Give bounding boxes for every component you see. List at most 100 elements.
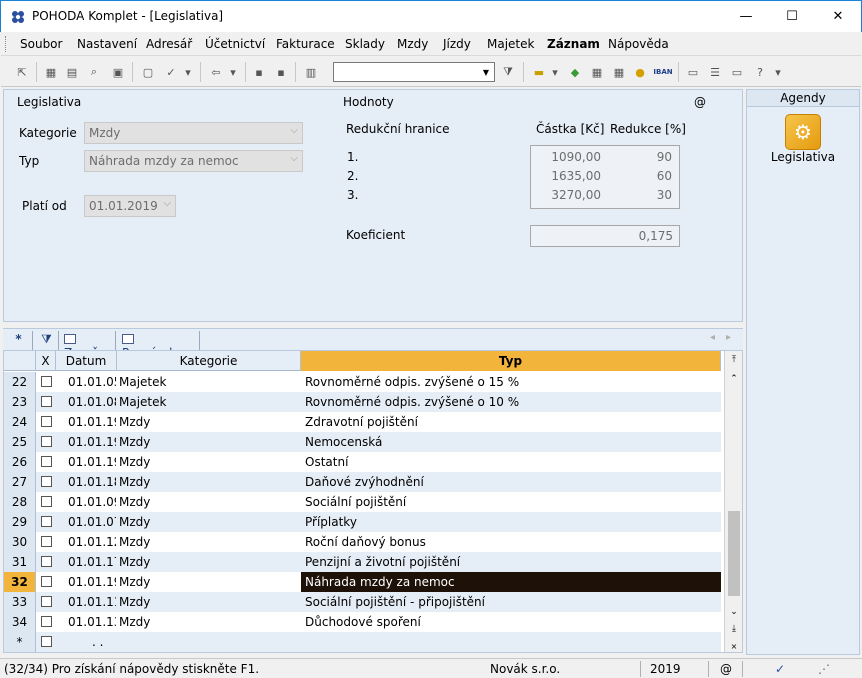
menu-ucetnictvi[interactable]: Účetnictví <box>205 37 265 51</box>
calculator-icon[interactable]: ▦ <box>588 63 606 81</box>
table-row[interactable]: 23 01.01.08Majetek Rovnoměrné odpis. zvýše… <box>4 392 721 412</box>
row-number[interactable]: 34 <box>4 612 36 632</box>
row-checkbox[interactable] <box>41 616 52 627</box>
table-row[interactable]: 28 01.01.09Mzdy Sociální pojištění <box>4 492 721 512</box>
check-icon[interactable]: ✓ <box>162 63 180 81</box>
legislativa-gear-icon[interactable]: ⚙ <box>785 114 821 150</box>
row-number[interactable]: 29 <box>4 512 36 532</box>
row-number[interactable]: 24 <box>4 412 36 432</box>
money-icon[interactable]: ◆ <box>566 63 584 81</box>
new-record-row[interactable]: * . . <box>4 632 721 652</box>
exit-agenda-icon[interactable]: ⇱ <box>13 63 31 81</box>
new-document-icon[interactable]: ▢ <box>139 63 157 81</box>
row-checkbox[interactable] <box>41 436 52 447</box>
row-checkbox[interactable] <box>41 416 52 427</box>
chevron-down-icon[interactable]: ▼ <box>479 64 493 80</box>
back-dropdown-icon[interactable]: ▾ <box>224 63 242 81</box>
tab-scroll-right-icon[interactable]: ▸ <box>726 332 731 343</box>
note-icon[interactable]: ▭ <box>728 63 746 81</box>
row-number[interactable]: 28 <box>4 492 36 512</box>
row-checkbox[interactable] <box>41 496 52 507</box>
row-checkbox[interactable] <box>41 536 52 547</box>
message-icon[interactable]: ▭ <box>684 63 702 81</box>
table-row[interactable]: 32 01.01.19Mzdy Náhrada mzdy za nemoc <box>4 572 721 592</box>
minimize-button[interactable]: — <box>723 1 769 32</box>
column-typ-header[interactable]: Typ <box>301 351 721 371</box>
scroll-extra-icon[interactable]: × <box>726 638 742 654</box>
table-row[interactable]: 30 01.01.12Mzdy Roční daňový bonus <box>4 532 721 552</box>
column-x-header[interactable]: X <box>36 351 56 371</box>
scroll-up-icon[interactable]: ⌃ <box>726 371 742 387</box>
scroll-thumb[interactable] <box>728 511 740 596</box>
reduction-row-amount[interactable]: 1090,00 <box>534 150 601 164</box>
table-row[interactable]: 27 01.01.18Mzdy Daňové zvýhodnění <box>4 472 721 492</box>
table-row[interactable]: 25 01.01.19Mzdy Nemocenská <box>4 432 721 452</box>
typ-select[interactable]: Náhrada mzdy za nemoc ⌵ <box>84 150 303 172</box>
table-row[interactable]: 34 01.01.13Mzdy Důchodové spoření <box>4 612 721 632</box>
table-row[interactable]: 33 01.01.11Mzdy Sociální pojištění - připo… <box>4 592 721 612</box>
chevron-down-icon[interactable]: ⌵ <box>163 198 171 209</box>
help-dropdown-icon[interactable]: ▾ <box>769 63 787 81</box>
filter-icon[interactable]: ⧩ <box>35 331 59 350</box>
new-row-marker[interactable]: * <box>4 632 36 652</box>
row-number[interactable]: 30 <box>4 532 36 552</box>
row-number[interactable]: 23 <box>4 392 36 412</box>
menu-soubor[interactable]: Soubor <box>20 37 62 51</box>
row-checkbox[interactable] <box>41 556 52 567</box>
row-number[interactable]: 25 <box>4 432 36 452</box>
reduction-row-percent[interactable]: 60 <box>604 169 672 183</box>
help-pointer-icon[interactable]: ? <box>751 63 769 81</box>
reduction-row-amount[interactable]: 1635,00 <box>534 169 601 183</box>
row-number[interactable]: 33 <box>4 592 36 612</box>
menu-majetek[interactable]: Majetek <box>487 37 534 51</box>
status-at-icon[interactable]: @ <box>720 662 732 676</box>
grid-vertical-scrollbar[interactable]: ⤒ ⌃ ⌄ ⤓ × <box>724 351 742 652</box>
menu-fakturace[interactable]: Fakturace <box>276 37 335 51</box>
row-checkbox[interactable] <box>41 636 52 647</box>
reduction-row-percent[interactable]: 90 <box>604 150 672 164</box>
menu-mzdy[interactable]: Mzdy <box>397 37 428 51</box>
list-icon[interactable]: ☰ <box>706 63 724 81</box>
copy-record-icon[interactable]: ▦ <box>42 63 60 81</box>
menu-sklady[interactable]: Sklady <box>345 37 385 51</box>
menu-napoveda[interactable]: Nápověda <box>608 37 669 51</box>
agenda-header[interactable]: Agendy <box>747 90 859 107</box>
hodnoty-at-icon[interactable]: @ <box>694 95 706 109</box>
close-button[interactable]: ✕ <box>815 1 861 32</box>
search-combo[interactable]: ▼ <box>333 62 495 82</box>
save-icon[interactable]: ▪ <box>250 63 268 81</box>
koeficient-field[interactable]: 0,175 <box>530 225 680 247</box>
table-row[interactable]: 29 01.01.07Mzdy Příplatky <box>4 512 721 532</box>
reduction-row-amount[interactable]: 3270,00 <box>534 188 601 202</box>
tab-poznamky[interactable]: Poznámky <box>118 331 200 360</box>
plati-od-date-field[interactable]: 01.01.2019 ⌵ <box>84 195 176 217</box>
tab-zeme[interactable]: Země <box>60 331 116 360</box>
row-checkbox[interactable] <box>41 376 52 387</box>
menu-zaznam[interactable]: Záznam <box>547 37 600 51</box>
row-checkbox[interactable] <box>41 456 52 467</box>
row-checkbox[interactable] <box>41 516 52 527</box>
check-dropdown-icon[interactable]: ▾ <box>179 63 197 81</box>
agenda-item-label[interactable]: Legislativa <box>747 150 859 164</box>
row-number[interactable]: 26 <box>4 452 36 472</box>
table-row[interactable]: 31 01.01.17Mzdy Penzijní a životní pojiště… <box>4 552 721 572</box>
table-row[interactable]: 26 01.01.19Mzdy Ostatní <box>4 452 721 472</box>
row-checkbox[interactable] <box>41 596 52 607</box>
menu-jizdy[interactable]: Jízdy <box>443 37 471 51</box>
row-number[interactable]: 27 <box>4 472 36 492</box>
maximize-button[interactable]: ☐ <box>769 1 815 32</box>
back-arrow-icon[interactable]: ⇦ <box>207 63 225 81</box>
row-checkbox[interactable] <box>41 576 52 587</box>
reduction-row-percent[interactable]: 30 <box>604 188 672 202</box>
scroll-top-icon[interactable]: ⤒ <box>726 352 742 368</box>
column-datum-header[interactable]: Datum <box>56 351 117 371</box>
scroll-bottom-icon[interactable]: ⤓ <box>726 621 742 637</box>
status-check-icon[interactable]: ✓ <box>775 662 785 676</box>
row-number[interactable]: 22 <box>4 372 36 392</box>
kategorie-select[interactable]: Mzdy ⌵ <box>84 122 303 144</box>
tab-star[interactable]: * <box>5 331 33 350</box>
clipboard-icon[interactable]: ▥ <box>302 63 320 81</box>
scroll-down-icon[interactable]: ⌄ <box>726 604 742 620</box>
row-number[interactable]: 31 <box>4 552 36 572</box>
filter-icon[interactable]: ⧩ <box>499 63 517 81</box>
